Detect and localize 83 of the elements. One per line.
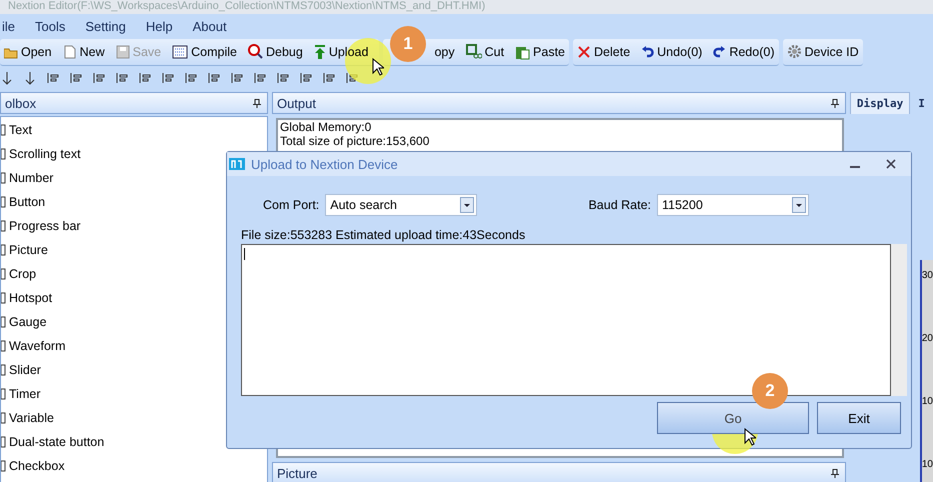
widget-icon xyxy=(1,436,7,448)
toolbox-item[interactable]: Picture xyxy=(9,243,48,257)
panel-header: olbox xyxy=(0,92,268,114)
axis-label: 20 xyxy=(922,333,933,344)
toolbar-button[interactable]: Redo(0) xyxy=(712,40,776,62)
toolbox-item[interactable]: Checkbox xyxy=(9,459,65,473)
close-icon[interactable] xyxy=(885,158,897,170)
com-port-dropdown[interactable]: Auto search xyxy=(325,194,478,216)
widget-icon xyxy=(1,124,7,136)
widget-icon xyxy=(1,340,7,352)
menu-item[interactable]: Tools xyxy=(33,18,68,34)
baud-rate-dropdown[interactable]: 115200 xyxy=(657,194,809,216)
pin-icon[interactable] xyxy=(830,98,839,108)
dialog-title: Upload to Nextion Device xyxy=(251,156,398,172)
toolbar-button[interactable]: Debug xyxy=(246,40,304,62)
toolbox-item[interactable]: Slider xyxy=(9,363,41,377)
app-logo-icon xyxy=(229,157,245,171)
widget-icon xyxy=(1,148,7,160)
widget-icon xyxy=(1,460,7,472)
axis-label: 10 xyxy=(922,396,933,407)
toolbox-item[interactable]: Hotspot xyxy=(9,291,52,305)
magnifier-icon xyxy=(248,44,263,59)
scrollbar[interactable] xyxy=(891,244,907,396)
toolbox-item[interactable]: Waveform xyxy=(9,339,66,353)
toolbox-item[interactable]: Timer xyxy=(9,387,40,401)
toolbar-button[interactable]: Compile xyxy=(171,40,238,62)
toolbar-button[interactable]: opy xyxy=(433,40,456,62)
toolbox-item[interactable]: Variable xyxy=(9,411,54,425)
toolbar-button[interactable]: Paste xyxy=(514,40,566,62)
toolbox-item[interactable]: Button xyxy=(9,195,46,209)
toolbox-item[interactable]: Number xyxy=(9,171,54,185)
toolbar-button[interactable]: Delete xyxy=(576,40,632,62)
widget-icon xyxy=(1,220,7,232)
tab[interactable]: I xyxy=(912,93,931,114)
scissors-icon xyxy=(466,44,482,59)
redo-icon xyxy=(713,46,726,58)
undo-icon xyxy=(641,46,654,58)
axis-label: 10 xyxy=(922,459,933,470)
widget-icon xyxy=(1,196,7,208)
grid-icon xyxy=(172,44,188,58)
close-icon xyxy=(577,44,592,58)
widget-icon xyxy=(1,364,7,376)
widget-icon xyxy=(1,316,7,328)
mouse-pointer-icon xyxy=(744,428,756,446)
toolbox-item[interactable]: Progress bar xyxy=(9,219,81,233)
pin-icon[interactable] xyxy=(252,98,261,108)
widget-icon xyxy=(1,412,7,424)
menu-item[interactable]: ile xyxy=(0,18,18,34)
toolbox-item[interactable]: Gauge xyxy=(9,315,47,329)
toolbox-item[interactable]: Scrolling text xyxy=(9,147,81,161)
toolbox-item[interactable]: Dual-state button xyxy=(9,435,104,449)
widget-icon xyxy=(1,172,7,184)
upload-info: File size:553283 Estimated upload time:43Seconds xyxy=(241,228,526,242)
toolbox-item[interactable]: Crop xyxy=(9,267,36,281)
menu-item[interactable]: Setting xyxy=(83,18,128,34)
toolbar-button[interactable]: New xyxy=(62,40,106,62)
pin-icon[interactable] xyxy=(830,468,839,478)
menu-item[interactable]: Help xyxy=(144,18,175,34)
window-title: Nextion Editor(F:\WS_Workspaces\Arduino_Collection\NTMS7003\Nextion\NTMS_and_DHT.HMI) xyxy=(8,0,486,12)
step-marker: 1 xyxy=(390,26,426,62)
toolbox-item[interactable]: Text xyxy=(9,123,32,137)
toolbar-button[interactable]: Device ID xyxy=(786,40,860,62)
widget-icon xyxy=(1,244,7,256)
upload-arrow-icon xyxy=(314,44,326,58)
panel-header: Picture xyxy=(272,462,846,482)
axis-label: 30 xyxy=(922,270,933,281)
field-label: Baud Rate: xyxy=(588,198,651,212)
toolbar-button[interactable]: Cut xyxy=(464,40,506,62)
toolbar-button[interactable]: Undo(0) xyxy=(640,40,704,62)
page-icon xyxy=(62,44,77,58)
field-label: Com Port: xyxy=(263,198,320,212)
widget-icon xyxy=(1,388,7,400)
gear-icon xyxy=(786,44,802,59)
panel-header: Output xyxy=(272,92,846,114)
widget-icon xyxy=(1,268,7,280)
dialog-button[interactable]: Go xyxy=(657,402,809,434)
mouse-pointer-icon xyxy=(372,58,384,76)
toolbar-button[interactable]: Open xyxy=(3,40,53,62)
dialog-button[interactable]: Exit xyxy=(817,402,901,434)
menu-item[interactable]: About xyxy=(190,18,229,34)
widget-icon xyxy=(1,292,7,304)
tab[interactable]: Display xyxy=(850,92,910,114)
floppy-icon xyxy=(116,44,130,58)
